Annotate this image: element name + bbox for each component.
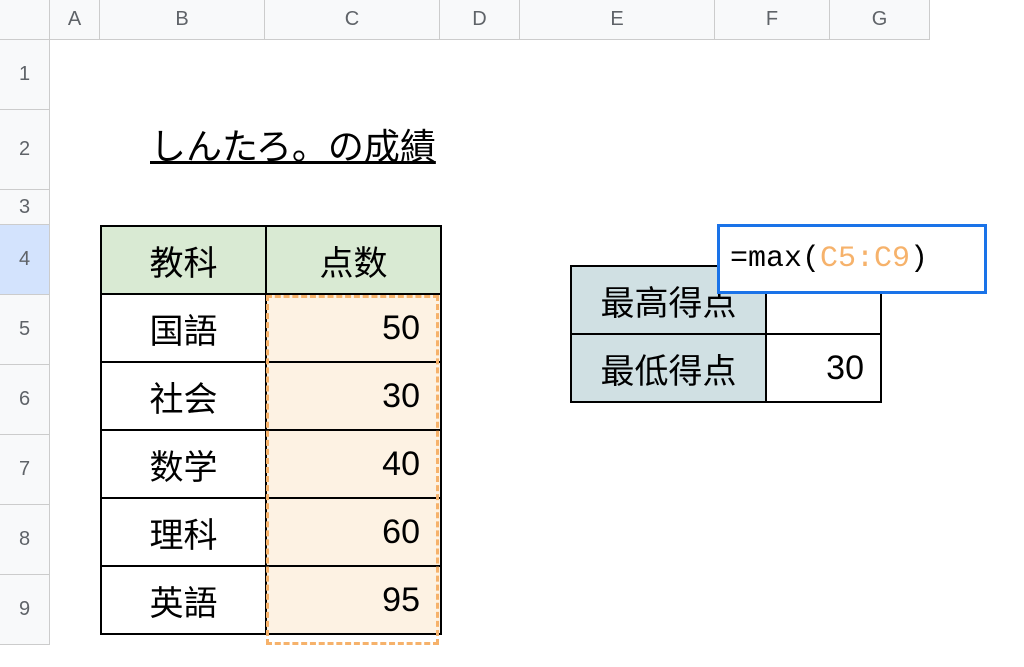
formula-range-ref: C5:C9 — [820, 242, 910, 276]
col-header-B[interactable]: B — [100, 0, 265, 40]
row-header-1[interactable]: 1 — [0, 40, 50, 110]
row-header-4[interactable]: 4 — [0, 225, 50, 295]
page-title: しんたろ。の成績 — [150, 118, 436, 170]
cell-subject[interactable]: 社会 — [101, 362, 266, 430]
col-header-G[interactable]: G — [830, 0, 930, 40]
col-header-D[interactable]: D — [440, 0, 520, 40]
select-all-corner[interactable] — [0, 0, 50, 40]
summary-value-min[interactable]: 30 — [766, 334, 881, 402]
header-subject[interactable]: 教科 — [101, 226, 266, 294]
col-header-A[interactable]: A — [50, 0, 100, 40]
table-row: 理科 60 — [101, 498, 441, 566]
cell-subject[interactable]: 理科 — [101, 498, 266, 566]
row-header-3[interactable]: 3 — [0, 190, 50, 225]
cell-score[interactable]: 95 — [266, 566, 441, 634]
table-row: 数学 40 — [101, 430, 441, 498]
table-row: 英語 95 — [101, 566, 441, 634]
table-header-row: 教科 点数 — [101, 226, 441, 294]
table-row: 国語 50 — [101, 294, 441, 362]
row-header-5[interactable]: 5 — [0, 295, 50, 365]
table-row: 社会 30 — [101, 362, 441, 430]
col-header-C[interactable]: C — [265, 0, 440, 40]
row-header-7[interactable]: 7 — [0, 435, 50, 505]
spreadsheet-grid[interactable]: A B C D E F G 1 2 3 4 5 6 7 8 9 しんたろ。の成績… — [0, 0, 1024, 667]
row-header-8[interactable]: 8 — [0, 505, 50, 575]
cell-score[interactable]: 30 — [266, 362, 441, 430]
row-header-2[interactable]: 2 — [0, 110, 50, 190]
cell-subject[interactable]: 英語 — [101, 566, 266, 634]
row-header-9[interactable]: 9 — [0, 575, 50, 645]
col-header-E[interactable]: E — [520, 0, 715, 40]
col-header-F[interactable]: F — [715, 0, 830, 40]
formula-edit-cell[interactable]: =max(C5:C9) — [717, 224, 987, 294]
header-score[interactable]: 点数 — [266, 226, 441, 294]
cell-score[interactable]: 40 — [266, 430, 441, 498]
cell-subject[interactable]: 国語 — [101, 294, 266, 362]
summary-label-min[interactable]: 最低得点 — [571, 334, 766, 402]
formula-text-prefix: =max( — [730, 242, 820, 276]
cell-score[interactable]: 60 — [266, 498, 441, 566]
column-headers-row: A B C D E F G — [0, 0, 1024, 40]
subject-score-table: 教科 点数 国語 50 社会 30 数学 40 理科 60 英語 95 — [100, 225, 442, 635]
table-row: 最低得点 30 — [571, 334, 881, 402]
formula-text-suffix: ) — [910, 242, 928, 276]
cell-score[interactable]: 50 — [266, 294, 441, 362]
row-header-6[interactable]: 6 — [0, 365, 50, 435]
cell-subject[interactable]: 数学 — [101, 430, 266, 498]
row-headers-col: 1 2 3 4 5 6 7 8 9 — [0, 40, 50, 645]
